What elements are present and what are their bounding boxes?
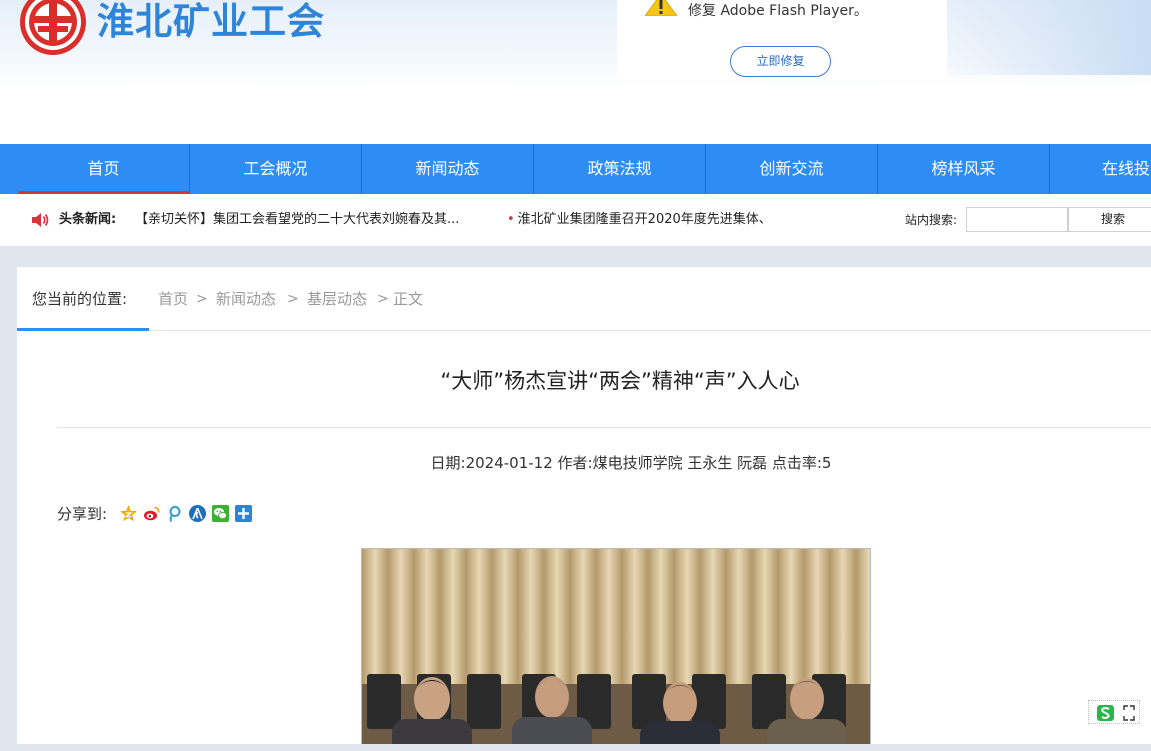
nav-item-innovation[interactable]: 创新交流 <box>706 144 878 194</box>
union-emblem-icon[interactable] <box>18 0 88 57</box>
nav-item-role-models[interactable]: 榜样风采 <box>878 144 1050 194</box>
expand-icon[interactable] <box>1123 705 1135 721</box>
speaker-icon <box>32 213 49 227</box>
headline-link-2[interactable]: • 淮北矿业集团隆重召开2020年度先进集体、 <box>507 211 772 229</box>
more-share-icon[interactable] <box>235 505 252 522</box>
breadcrumb-label: 您当前的位置: <box>32 290 128 308</box>
breadcrumb-home[interactable]: 首页 <box>158 289 188 309</box>
article-photo <box>361 548 871 751</box>
article-meta: 日期:2024-01-12 作者:煤电技师学院 王永生 阮磊 点击率:5 <box>430 454 832 472</box>
page-bottom-strip <box>0 744 1151 751</box>
article-title: “大师”杨杰宣讲“两会”精神“声”入人心 <box>440 369 800 393</box>
nav-item-online[interactable]: 在线投 <box>1050 144 1151 194</box>
site-search-input[interactable] <box>966 207 1068 232</box>
tencent-weibo-icon[interactable] <box>166 505 183 522</box>
site-title[interactable]: 淮北矿业工会 <box>97 0 325 44</box>
breadcrumb-separator: > <box>287 291 299 307</box>
floating-toolbar <box>1088 700 1140 724</box>
repair-now-button[interactable]: 立即修复 <box>730 46 831 77</box>
nav-item-union-overview[interactable]: 工会概况 <box>190 144 362 194</box>
breadcrumb-grassroots[interactable]: 基层动态 <box>307 289 367 309</box>
nav-item-news[interactable]: 新闻动态 <box>362 144 534 194</box>
headline-label: 头条新闻: <box>59 212 117 227</box>
sogou-s-icon[interactable] <box>1097 705 1114 721</box>
search-button[interactable]: 搜索 <box>1068 207 1151 232</box>
meeting-scene-image <box>362 549 870 750</box>
warning-icon <box>645 0 677 16</box>
headline-link-1[interactable]: 【亲切关怀】集团工会看望党的二十大代表刘婉春及其... <box>135 211 459 229</box>
renren-icon[interactable] <box>189 505 206 522</box>
share-label: 分享到: <box>57 505 108 523</box>
breadcrumb-news[interactable]: 新闻动态 <box>216 289 276 309</box>
flash-message: 修复 Adobe Flash Player。 <box>688 3 868 19</box>
breadcrumb-underline <box>17 328 149 331</box>
breadcrumb-separator: > <box>377 291 389 307</box>
breadcrumb-separator: > <box>196 291 208 307</box>
headline-link-2-text: 淮北矿业集团隆重召开2020年度先进集体、 <box>517 212 772 227</box>
wechat-icon[interactable] <box>212 505 229 522</box>
nav-item-home[interactable]: 首页 <box>18 144 190 194</box>
bullet-dot: • <box>507 212 515 227</box>
flash-repair-panel: 修复 Adobe Flash Player。 立即修复 <box>617 0 947 80</box>
site-search-label: 站内搜索: <box>905 213 958 227</box>
main-nav: 首页 工会概况 新闻动态 政策法规 创新交流 榜样风采 在线投 <box>0 144 1151 194</box>
title-divider <box>57 427 1151 428</box>
nav-item-policy[interactable]: 政策法规 <box>534 144 706 194</box>
breadcrumb-current: 正文 <box>393 290 424 308</box>
weibo-icon[interactable] <box>143 505 160 522</box>
qzone-icon[interactable] <box>120 505 137 522</box>
